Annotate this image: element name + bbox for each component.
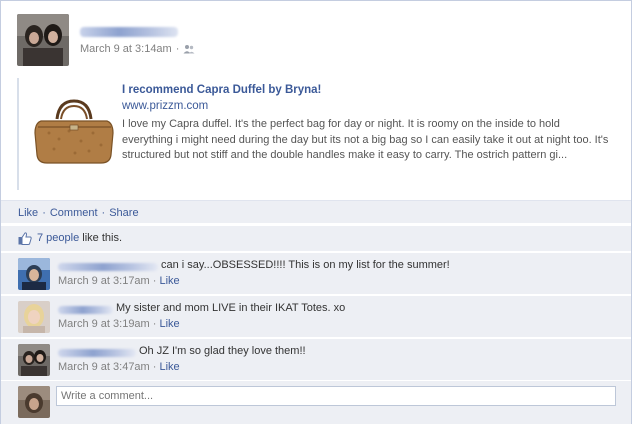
story-actions: Like · Comment · Share <box>1 200 631 224</box>
current-user-avatar <box>18 386 50 418</box>
comment-item: Oh JZ I'm so glad they love them!! March… <box>1 339 631 381</box>
likes-summary: 7 people like this. <box>1 226 631 252</box>
comment-meta-separator: · <box>149 275 160 287</box>
share-link[interactable]: Share <box>109 207 138 219</box>
commenter-name-redacted[interactable] <box>58 263 158 271</box>
comment-item: can i say...OBSESSED!!!! This is on my l… <box>1 253 631 295</box>
attachment-title[interactable]: I recommend Capra Duffel by Bryna! <box>122 84 321 96</box>
post-timestamp[interactable]: March 9 at 3:14am <box>80 43 172 55</box>
comment-meta: March 9 at 3:19am · Like <box>58 318 180 330</box>
comment-meta: March 9 at 3:17am · Like <box>58 275 180 287</box>
commenter-name-redacted[interactable] <box>58 306 113 314</box>
comment-item: My sister and mom LIVE in their IKAT Tot… <box>1 296 631 338</box>
likes-suffix: like this. <box>79 232 123 244</box>
commenter-avatar[interactable] <box>18 344 50 376</box>
comment-text: can i say...OBSESSED!!!! This is on my l… <box>161 259 450 271</box>
post-meta: March 9 at 3:14am · <box>80 43 195 55</box>
comment-timestamp[interactable]: March 9 at 3:19am <box>58 318 150 330</box>
feed-story: March 9 at 3:14am · I recommend Capra Du… <box>0 0 632 424</box>
action-separator: · <box>101 207 106 219</box>
comment-input[interactable] <box>56 386 616 406</box>
commenter-avatar[interactable] <box>18 258 50 290</box>
comment-timestamp[interactable]: March 9 at 3:47am <box>58 361 150 373</box>
comment-meta-separator: · <box>149 318 160 330</box>
likes-count-link[interactable]: 7 people <box>37 232 79 244</box>
attachment-url[interactable]: www.prizzm.com <box>122 100 208 112</box>
comment-meta-separator: · <box>149 361 160 373</box>
commenter-avatar[interactable] <box>18 301 50 333</box>
write-comment-row <box>1 381 631 424</box>
friends-icon[interactable] <box>183 44 195 54</box>
comment-link[interactable]: Comment <box>50 207 98 219</box>
author-name-redacted[interactable] <box>80 27 178 37</box>
meta-separator: · <box>175 43 180 55</box>
attachment-thumbnail[interactable] <box>29 83 119 173</box>
action-separator: · <box>42 207 46 219</box>
comment-like-link[interactable]: Like <box>160 318 180 330</box>
thumbs-up-icon <box>18 232 32 245</box>
link-attachment: I recommend Capra Duffel by Bryna! www.p… <box>17 78 617 190</box>
comment-timestamp[interactable]: March 9 at 3:17am <box>58 275 150 287</box>
comment-text: My sister and mom LIVE in their IKAT Tot… <box>116 302 346 314</box>
comment-like-link[interactable]: Like <box>160 361 180 373</box>
commenter-name-redacted[interactable] <box>58 349 136 357</box>
like-link[interactable]: Like <box>18 207 38 219</box>
comment-like-link[interactable]: Like <box>160 275 180 287</box>
comment-text: Oh JZ I'm so glad they love them!! <box>139 345 306 357</box>
attachment-description: I love my Capra duffel. It's the perfect… <box>122 118 609 161</box>
author-avatar[interactable] <box>17 14 69 66</box>
comment-meta: March 9 at 3:47am · Like <box>58 361 180 373</box>
